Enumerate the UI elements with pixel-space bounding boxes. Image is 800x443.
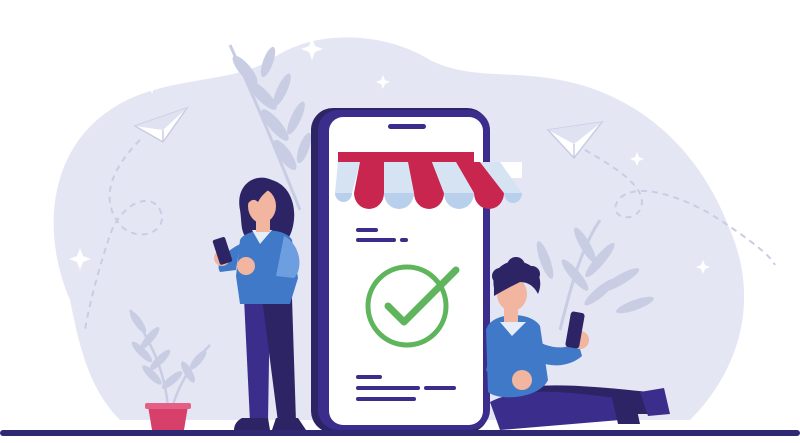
illustration-scene: [0, 0, 800, 443]
ground-line: [0, 430, 800, 436]
online-shopping-illustration: [0, 37, 800, 436]
flower-pot-icon: [145, 403, 191, 430]
